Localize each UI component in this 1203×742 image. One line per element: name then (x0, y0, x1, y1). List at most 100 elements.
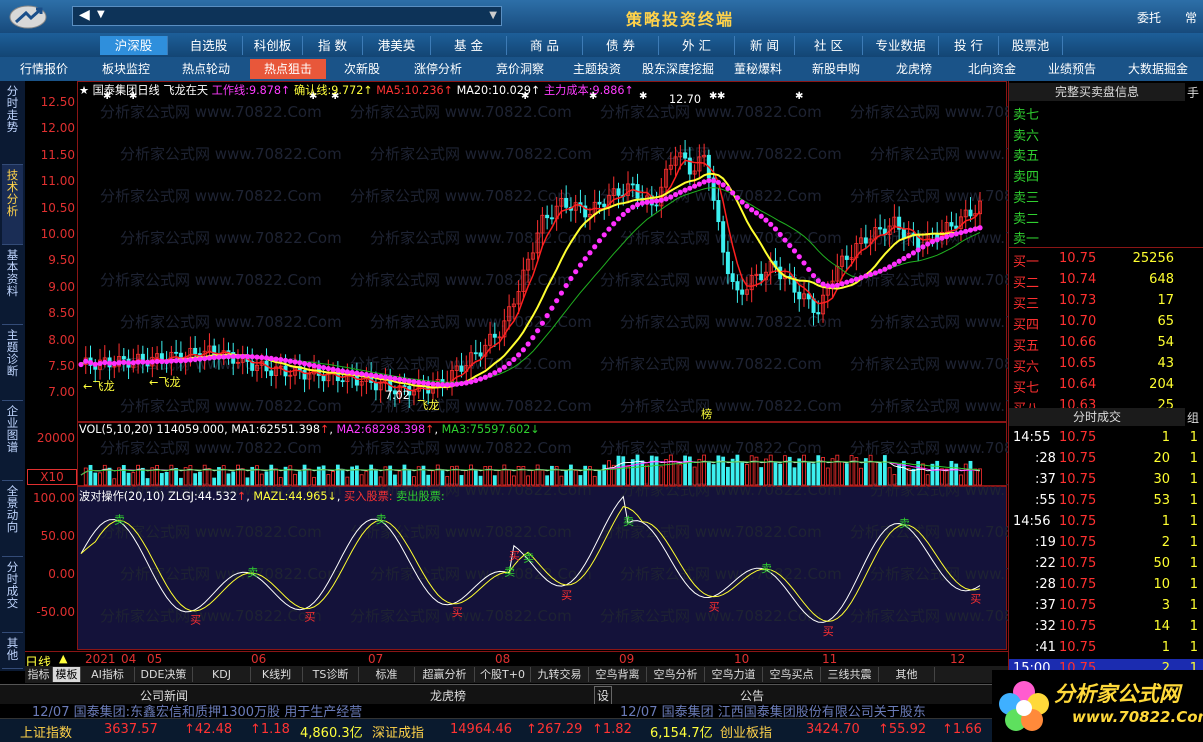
menu-forex[interactable]: 外 汇 (659, 36, 735, 55)
buy-level-row[interactable]: 买六 10.65 43 (1009, 354, 1203, 375)
period-up-icon[interactable]: ▲ (59, 652, 67, 665)
tab-new-shares[interactable]: 次新股 (332, 59, 392, 79)
indicator-tab[interactable]: 模板 (53, 667, 81, 682)
sell-level-row[interactable]: 卖三 (1009, 185, 1203, 206)
sell-level-row[interactable]: 卖二 (1009, 206, 1203, 227)
tab-northbound[interactable]: 北向资金 (960, 59, 1024, 79)
tab-theme-invest[interactable]: 主题投资 (564, 59, 630, 79)
trade-row[interactable]: :55 10.75 53 1 (1009, 491, 1203, 512)
side-tab-fundamentals[interactable]: 基本资料 (2, 245, 23, 325)
trade-row[interactable]: :41 10.75 1 1 (1009, 638, 1203, 659)
index-sz-name[interactable]: 深证成指 (372, 722, 424, 741)
tab-dragon-tiger[interactable]: 龙虎榜 (886, 59, 942, 79)
menu-fund[interactable]: 基 金 (431, 36, 507, 55)
index-sh-name[interactable]: 上证指数 (20, 722, 72, 741)
indicator-tab[interactable]: 超赢分析 (415, 667, 475, 682)
trade-row[interactable]: :28 10.75 10 1 (1009, 575, 1203, 596)
trade-row[interactable]: :37 10.75 3 1 (1009, 596, 1203, 617)
menu-bond[interactable]: 债 券 (583, 36, 659, 55)
sell-level-row[interactable]: 卖五 (1009, 143, 1203, 164)
trades-title-right[interactable]: 组 (1187, 409, 1199, 426)
nav-dropdown-icon[interactable]: ▼ (97, 9, 105, 20)
menu-stock-pool[interactable]: 股票池 (999, 36, 1063, 55)
address-dropdown-icon[interactable]: ▼ (489, 10, 497, 21)
side-tab-theme[interactable]: 主题诊断 (2, 325, 23, 401)
indicator-tab[interactable]: DDE决策 (135, 667, 193, 682)
indicator-tab[interactable]: 空鸟买点 (763, 667, 821, 682)
candle-body (654, 204, 659, 207)
tab-secretary-leaks[interactable]: 董秘爆料 (726, 59, 790, 79)
sell-level-row[interactable]: 卖四 (1009, 164, 1203, 185)
tab-limit-up[interactable]: 涨停分析 (400, 59, 476, 79)
menu-community[interactable]: 社 区 (795, 36, 863, 55)
order-book-header[interactable]: 完整买卖盘信息 (1009, 83, 1185, 101)
back-arrow-icon[interactable]: ◀ (79, 7, 90, 23)
menu-hushen[interactable]: 沪深股 (100, 36, 168, 55)
address-box[interactable]: ◀ ▼ ▼ (72, 6, 502, 26)
side-tab-other[interactable]: 其他 (2, 633, 23, 669)
trades-title[interactable]: 分时成交 (1009, 408, 1185, 426)
menu-investment-bank[interactable]: 投 行 (939, 36, 999, 55)
tab-earnings-forecast[interactable]: 业绩预告 (1040, 59, 1104, 79)
side-tab-trades[interactable]: 分时成交 (2, 557, 23, 633)
common-link[interactable]: 常 (1185, 9, 1197, 26)
side-tab-panorama[interactable]: 全景动向 (2, 481, 23, 557)
tab-ipo[interactable]: 新股申购 (804, 59, 868, 79)
indicator-tab[interactable]: 空鸟背离 (589, 667, 647, 682)
indicator-tab[interactable]: KDJ (193, 667, 251, 682)
tab-quotes[interactable]: 行情报价 (6, 59, 82, 79)
menu-watchlist[interactable]: 自选股 (175, 36, 243, 55)
trade-row[interactable]: :19 10.75 2 1 (1009, 533, 1203, 554)
volume-bar (711, 464, 716, 486)
buy-level-row[interactable]: 买一 10.75 25256 (1009, 249, 1203, 270)
menu-index[interactable]: 指 数 (303, 36, 363, 55)
side-tab-corp-graph[interactable]: 企业图谱 (2, 401, 23, 481)
indicator-tab[interactable]: 标准 (359, 667, 415, 682)
menu-hk-us[interactable]: 港美英 (363, 36, 431, 55)
trade-row[interactable]: :28 10.75 20 1 (1009, 449, 1203, 470)
tab-hot-rotation[interactable]: 热点轮动 (168, 59, 244, 79)
index-cyb-name[interactable]: 创业板指 (720, 722, 772, 741)
indicator-tab[interactable]: TS诊断 (303, 667, 359, 682)
trade-row[interactable]: 14:56 10.75 1 1 (1009, 512, 1203, 533)
indicator-tab[interactable]: 个股T+0 (475, 667, 531, 682)
trade-row[interactable]: 14:55 10.75 1 1 (1009, 428, 1203, 449)
indicator-tab[interactable]: 空鸟分析 (647, 667, 705, 682)
menu-news[interactable]: 新 闻 (735, 36, 795, 55)
menu-pro-data[interactable]: 专业数据 (863, 36, 939, 55)
trade-row[interactable]: :32 10.75 14 1 (1009, 617, 1203, 638)
side-tab-intraday[interactable]: 分时走势 (2, 81, 23, 165)
buy-level-row[interactable]: 买五 10.66 54 (1009, 333, 1203, 354)
buy-level-row[interactable]: 买三 10.73 17 (1009, 291, 1203, 312)
buy-level-row[interactable]: 买四 10.70 65 (1009, 312, 1203, 333)
menu-star-market[interactable]: 科创板 (243, 36, 303, 55)
menu-commodity[interactable]: 商 品 (507, 36, 583, 55)
tab-auction[interactable]: 竞价洞察 (482, 59, 558, 79)
tab-holder-mining[interactable]: 股东深度挖掘 (636, 59, 720, 79)
volume-bar (473, 469, 478, 486)
sell-level-row[interactable]: 卖一 (1009, 226, 1203, 247)
news-settings-button[interactable]: 设 (594, 686, 613, 705)
kline-chart-area[interactable]: 12.50 12.00 11.50 11.00 10.50 10.00 9.50 9.00 8.… (25, 81, 1092, 671)
tab-hot-snipe[interactable]: 热点狙击 (250, 59, 326, 79)
indicator-tab[interactable]: K线判 (251, 667, 303, 682)
buy-level-row[interactable]: 买二 10.74 648 (1009, 270, 1203, 291)
order-book-header-right[interactable]: 手 (1187, 84, 1199, 101)
indicator-tab[interactable]: 空鸟力道 (705, 667, 763, 682)
indicator-tab[interactable]: 指标 (25, 667, 53, 682)
indicator-tab[interactable]: 其他 (879, 667, 935, 682)
indicator-tab[interactable]: 九转交易 (531, 667, 589, 682)
sell-level-row[interactable]: 卖六 (1009, 123, 1203, 144)
work-line-dot (520, 347, 526, 353)
work-line-dot (340, 368, 346, 374)
trade-row[interactable]: :22 10.75 50 1 (1009, 554, 1203, 575)
side-tab-technical[interactable]: 技术分析 (2, 165, 23, 245)
buy-level-row[interactable]: 买七 10.64 204 (1009, 375, 1203, 396)
indicator-tab[interactable]: 三线共震 (821, 667, 879, 682)
tab-sector-monitor[interactable]: 板块监控 (88, 59, 164, 79)
tab-big-data[interactable]: 大数据掘金 (1120, 59, 1196, 79)
trade-entrust-link[interactable]: 委托 (1137, 9, 1161, 26)
trade-row[interactable]: :37 10.75 30 1 (1009, 470, 1203, 491)
indicator-tab[interactable]: AI指标 (81, 667, 135, 682)
sell-level-row[interactable]: 卖七 (1009, 102, 1203, 123)
